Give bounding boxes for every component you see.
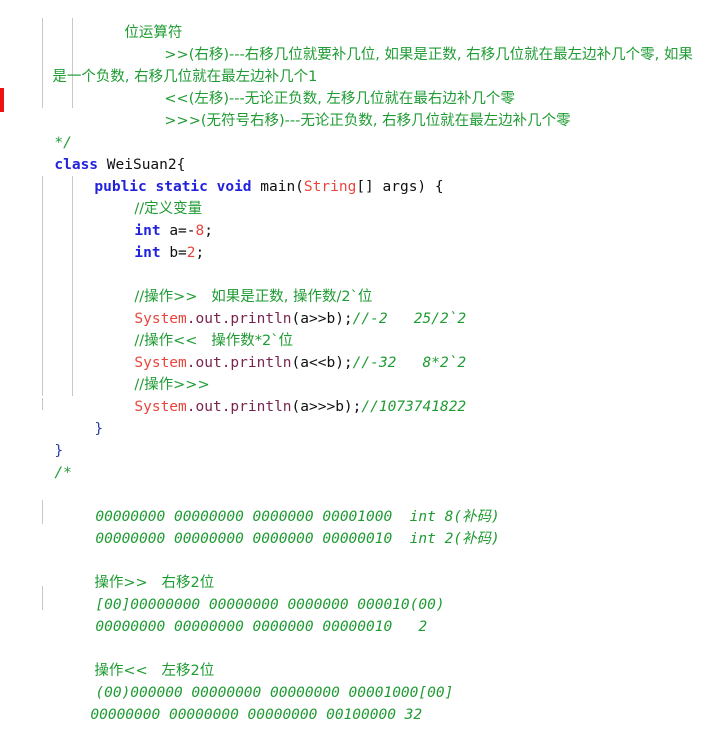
comment-rshift-text-a: >>(右移)---右移几位就要补几位, 如果是正数, 右移几位就在最左边补几个零… <box>164 47 693 63</box>
lshift-after-text: 00000000 00000000 00000000 00100000 32 <box>90 707 423 723</box>
out-println-token-3: .out.println <box>186 399 292 415</box>
class-name: WeiSuan2{ <box>98 157 186 173</box>
code-line-class-decl: class WeiSuan2{ <box>0 132 711 173</box>
code-line-trailing-comment-open: /* <box>0 440 711 481</box>
heading-lshift-text: 操作<< 左移2位 <box>94 663 215 679</box>
var-a-semicolon: ; <box>204 223 213 239</box>
trailing-comment-open-token: /* <box>54 465 72 481</box>
closing-brace-class: } <box>54 443 64 459</box>
var-b-value: 2 <box>186 245 196 261</box>
out-println-token-2: .out.println <box>186 355 292 371</box>
print-comment-3: //1073741822 <box>361 399 467 415</box>
comment-rshift-text-b: 是一个负数, 右移几位就在最左边补几个1 <box>52 69 318 85</box>
print-args-1: (a>>b); <box>291 311 353 327</box>
code-line-binary-int8: 00000000 00000000 0000000 00001000 int 8… <box>0 484 711 525</box>
method-name-main: main( <box>251 179 304 195</box>
comment-op-lshift-text: //操作<< 操作数*2`位 <box>134 333 294 349</box>
code-line-comment-title: 位运算符 <box>0 0 711 41</box>
comment-op-rshift-text: //操作>> 如果是正数, 操作数/2`位 <box>134 289 373 305</box>
comment-lshift-text: <<(左移)---无论正负数, 左移几位就在最右边补几个零 <box>164 91 515 107</box>
print-comment-1: //-2 25/2`2 <box>352 311 467 327</box>
var-b-semicolon: ; <box>195 245 205 261</box>
type-string: String <box>303 179 357 195</box>
comment-define-vars-text: //定义变量 <box>134 201 203 217</box>
keyword-int-b: int <box>134 245 161 261</box>
print-comment-2: //-32 8*2`2 <box>352 355 467 371</box>
binary-int8-text: 00000000 00000000 0000000 00001000 int 8… <box>95 509 500 525</box>
heading-rshift-text: 操作>> 右移2位 <box>94 575 215 591</box>
lshift-before-text: (00)000000 00000000 00000000 00001000[00… <box>95 685 454 701</box>
print-args-3: (a>>>b); <box>291 399 362 415</box>
code-line-heading-lshift: 操作<< 左移2位 <box>0 638 711 679</box>
rshift-after-text: 00000000 00000000 0000000 00000010 2 <box>95 619 428 635</box>
var-a-value: 8 <box>195 223 205 239</box>
comment-op-urshift-text: //操作>>> <box>134 377 210 393</box>
code-editor[interactable]: 位运算符 >>(右移)---右移几位就要补几位, 如果是正数, 右移几位就在最左… <box>0 0 711 723</box>
code-line-heading-rshift: 操作>> 右移2位 <box>0 550 711 591</box>
system-token-1: System <box>134 311 187 327</box>
comment-urshift-text: >>>(无符号右移)---无论正负数, 右移几位就在最左边补几个零 <box>164 113 571 129</box>
system-token-2: System <box>134 355 187 371</box>
out-println-token-1: .out.println <box>186 311 292 327</box>
var-b-name: b= <box>160 245 187 261</box>
keyword-public-static-void: public static void <box>94 179 252 195</box>
comment-close-token: */ <box>54 135 72 151</box>
keyword-int-a: int <box>134 223 161 239</box>
system-token-3: System <box>134 399 187 415</box>
closing-brace-method: } <box>94 421 104 437</box>
print-args-2: (a<<b); <box>291 355 353 371</box>
comment-title-text: 位运算符 <box>124 25 183 41</box>
code-line-blank-2 <box>0 462 711 484</box>
binary-int2-text: 00000000 00000000 0000000 00000010 int 2… <box>95 531 500 547</box>
rshift-before-text: [00]00000000 00000000 0000000 000010(00) <box>95 597 445 613</box>
keyword-class: class <box>54 157 99 173</box>
var-a-name: a=- <box>160 223 196 239</box>
code-content[interactable]: 位运算符 >>(右移)---右移几位就要补几位, 如果是正数, 右移几位就在最左… <box>0 0 711 723</box>
method-params-rest: [] args) { <box>356 179 444 195</box>
